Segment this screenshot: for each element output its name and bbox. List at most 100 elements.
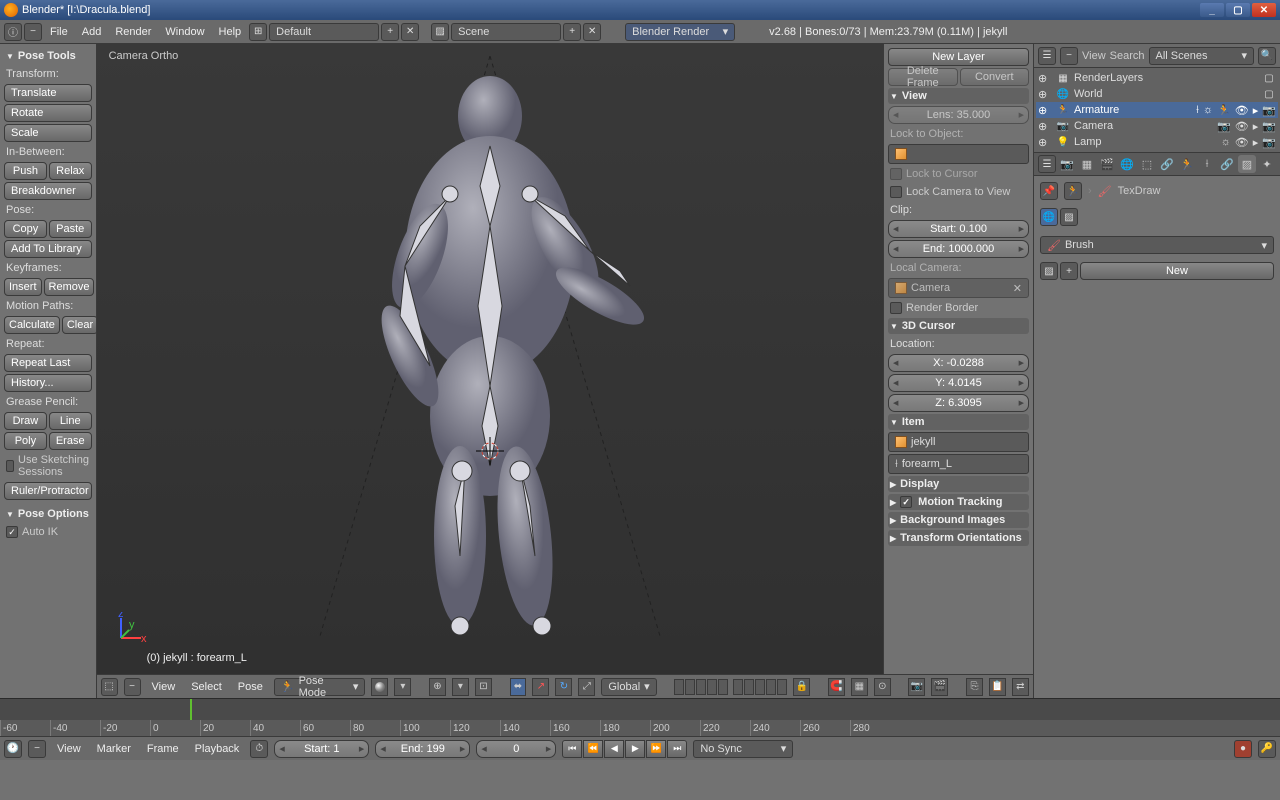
lock-camera-check[interactable]: Lock Camera to View [888,184,1029,200]
menu-help[interactable]: Help [213,24,248,40]
layout-selector[interactable]: Default [269,23,379,41]
screen-browse-icon[interactable]: ⊞ [249,23,267,41]
outliner-view-menu[interactable]: View [1082,50,1106,62]
render-anim-icon[interactable]: 🎬 [931,678,948,696]
bg-images-header[interactable]: Background Images [888,512,1029,528]
scene-add-button[interactable]: + [563,23,581,41]
rotate-button[interactable]: Rotate [4,104,92,122]
push-button[interactable]: Push [4,162,47,180]
convert-button[interactable]: Convert [960,68,1030,86]
history-button[interactable]: History... [4,374,92,392]
breakdowner-button[interactable]: Breakdowner [4,182,92,200]
auto-ik-check[interactable]: ✓Auto IK [4,524,92,540]
render-tab-icon[interactable]: 📷 [1058,155,1076,173]
lock-object-field[interactable] [888,144,1029,164]
item-object-field[interactable]: jekyll [888,432,1029,452]
scene-tab-icon[interactable]: 🎬 [1098,155,1116,173]
snap-target-icon[interactable]: ⊙ [874,678,891,696]
editor-type-icon[interactable]: ⓘ [4,23,22,41]
layer-buttons[interactable] [674,679,787,695]
texture-add-icon[interactable]: + [1060,262,1078,280]
paste-button[interactable]: Paste [49,220,92,238]
context-icon[interactable]: 🏃 [1064,182,1082,200]
local-camera-field[interactable]: Camera✕ [888,278,1029,298]
menu-add[interactable]: Add [76,24,108,40]
collapse-menu-icon[interactable]: − [124,678,141,696]
pose-menu[interactable]: Pose [233,679,268,695]
3d-viewport[interactable]: Camera Ortho [97,44,883,674]
shading-sphere-icon[interactable] [371,678,388,696]
poly-button[interactable]: Poly [4,432,47,450]
motion-tracking-header[interactable]: ✓Motion Tracking [888,494,1029,510]
translate-button[interactable]: Translate [4,84,92,102]
manipulator-toggle-icon[interactable]: ⬌ [510,678,527,696]
tree-row-renderlayers[interactable]: ⊕▦RenderLayers▢ [1036,70,1278,86]
clip-start-field[interactable]: Start: 0.100 [888,220,1029,238]
insert-button[interactable]: Insert [4,278,42,296]
menu-file[interactable]: File [44,24,74,40]
manip-only-icon[interactable]: ⊡ [475,678,492,696]
start-frame-field[interactable]: Start: 1 [274,740,369,758]
item-bone-field[interactable]: ⟊forearm_L [888,454,1029,474]
scene-browse-icon[interactable]: ▨ [431,23,449,41]
rotate-manip-icon[interactable]: ↻ [555,678,572,696]
cursor-z-field[interactable]: Z: 6.3095 [888,394,1029,412]
jump-end-button[interactable]: ⏭ [667,740,687,758]
scene-delete-button[interactable]: ✕ [583,23,601,41]
current-frame-field[interactable]: 0 [476,740,556,758]
object-tab-icon[interactable]: ⬚ [1138,155,1156,173]
menu-render[interactable]: Render [109,24,157,40]
line-button[interactable]: Line [49,412,92,430]
calculate-button[interactable]: Calculate [4,316,60,334]
repeat-last-button[interactable]: Repeat Last [4,354,92,372]
scene-selector[interactable]: Scene [451,23,561,41]
brush-selector[interactable]: 🖌Brush▾ [1040,236,1274,254]
select-menu[interactable]: Select [186,679,227,695]
jump-start-button[interactable]: ⏮ [562,740,582,758]
outliner-search-menu[interactable]: Search [1110,50,1145,62]
editor-type-props-icon[interactable]: ☰ [1038,155,1056,173]
new-texture-button[interactable]: New [1080,262,1274,280]
world-context-icon[interactable]: 🌐 [1040,208,1058,226]
view-menu[interactable]: View [147,679,181,695]
timeline-view-menu[interactable]: View [52,741,86,757]
layout-add-button[interactable]: + [381,23,399,41]
pin-icon[interactable]: 📌 [1040,182,1058,200]
layout-delete-button[interactable]: ✕ [401,23,419,41]
display-panel-header[interactable]: Display [888,476,1029,492]
copy-pose-icon[interactable]: ⎘ [966,678,983,696]
tree-row-lamp[interactable]: ⊕💡Lamp☼👁▸📷 [1036,134,1278,150]
view-panel-header[interactable]: View [888,88,1029,104]
tree-row-armature[interactable]: ⊕🏃Armature⟊☼🏃👁▸📷 [1036,102,1278,118]
new-layer-button[interactable]: New Layer [888,48,1029,66]
keyframe-prev-button[interactable]: ⏪ [583,740,603,758]
use-sketch-check[interactable]: Use Sketching Sessions [4,452,92,480]
copy-button[interactable]: Copy [4,220,47,238]
timeline-area[interactable]: -60 -40 -20 0 20 40 60 80 100 120 140 16… [0,698,1280,736]
paste-pose-icon[interactable]: 📋 [989,678,1006,696]
snap-toggle-icon[interactable]: 🧲 [828,678,845,696]
bone-constraint-tab-icon[interactable]: 🔗 [1218,155,1236,173]
timeline-playback-menu[interactable]: Playback [190,741,245,757]
clear-button[interactable]: Clear [62,316,97,334]
search-icon[interactable]: 🔍 [1258,47,1276,65]
render-engine-selector[interactable]: Blender Render▾ [625,23,735,41]
lens-field[interactable]: Lens: 35.000 [888,106,1029,124]
scale-manip-icon[interactable]: ⤢ [578,678,595,696]
end-frame-field[interactable]: End: 199 [375,740,470,758]
orientation-selector[interactable]: Global▾ [601,678,656,696]
world-tab-icon[interactable]: 🌐 [1118,155,1136,173]
constraint-tab-icon[interactable]: 🔗 [1158,155,1176,173]
timeline-frame-menu[interactable]: Frame [142,741,184,757]
particles-tab-icon[interactable]: ✦ [1258,155,1276,173]
ruler-button[interactable]: Ruler/Protractor [4,482,92,500]
snap-type-icon[interactable]: ▦ [851,678,868,696]
collapse-icon[interactable]: − [1060,47,1078,65]
pose-tools-header[interactable]: Pose Tools [4,48,92,64]
transform-orient-header[interactable]: Transform Orientations [888,530,1029,546]
timeline-ruler[interactable]: -60 -40 -20 0 20 40 60 80 100 120 140 16… [0,720,1280,736]
delete-frame-button[interactable]: Delete Frame [888,68,958,86]
item-panel-header[interactable]: Item [888,414,1029,430]
cursor-panel-header[interactable]: 3D Cursor [888,318,1029,334]
close-button[interactable]: ✕ [1252,3,1276,17]
